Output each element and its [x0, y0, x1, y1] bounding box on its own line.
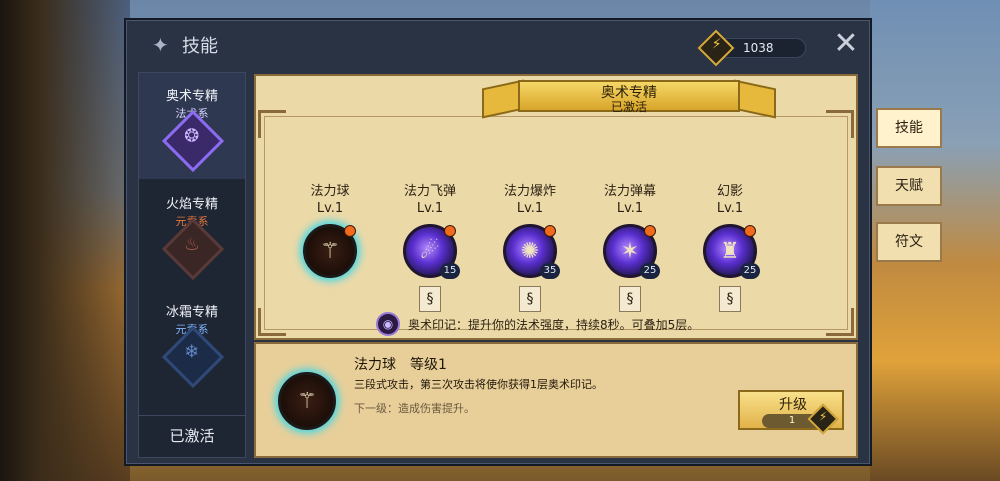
title-bar: ✦ 技能 ⚡ 1038 ✕: [126, 20, 870, 68]
spec-tab-arcane[interactable]: 奥术专精 法术系 ❂: [139, 73, 245, 179]
skill-name: 法力球: [310, 184, 350, 199]
skill-star-icon: ✦: [152, 33, 169, 57]
passive-description: 奥术印记：提升你的法术强度，持续8秒。可叠加5层。: [408, 318, 700, 332]
notification-dot: [744, 225, 756, 237]
skill-level: Lv.1: [616, 201, 644, 216]
spec-name: 奥术专精: [165, 89, 218, 104]
tab-runes[interactable]: 符文: [876, 222, 942, 262]
skill-cost: 35: [540, 263, 560, 279]
barrage-icon: ✶ 25: [603, 224, 660, 279]
spec-name: 冰霜专精: [165, 305, 218, 320]
phantom-icon: ♜ 25: [703, 224, 760, 279]
skill-name: 法力爆炸: [503, 184, 556, 199]
missile-icon: ☄ 15: [403, 224, 460, 279]
spec-banner: 奥术专精 已激活: [482, 70, 776, 120]
skill-panel: ✦ 技能 ⚡ 1038 ✕ 奥术专精 法术系 ❂ 火焰专精 元素系 ♨ 冰霜专精…: [124, 18, 872, 466]
frame-corner: [258, 308, 286, 336]
energy-bolt-icon: ⚡: [697, 29, 735, 67]
spec-activated-label: 已激活: [139, 415, 245, 455]
spec-name: 火焰专精: [165, 197, 218, 212]
rune-slot-icon[interactable]: §: [719, 286, 741, 312]
skill-phantom[interactable]: 幻影 Lv.1 ♜ 25 §: [682, 180, 778, 312]
tab-talents[interactable]: 天赋: [876, 166, 942, 206]
skill-tree-area: 奥术专精 已激活 法力球 Lv.1 ⚚ 法力飞弹 Lv.1 ☄ 15 § 法力爆…: [254, 74, 858, 340]
skill-cost: 15: [440, 263, 460, 279]
skill-arcane-barrage[interactable]: 法力弹幕 Lv.1 ✶ 25 §: [582, 180, 678, 312]
arcane-eye-icon: ◉: [376, 312, 400, 336]
notification-dot: [444, 225, 456, 237]
skill-level: Lv.1: [516, 201, 544, 216]
background-left: [0, 0, 130, 481]
skill-level: Lv.1: [416, 201, 444, 216]
detail-next-level: 下一级：造成伤害提升。: [354, 402, 475, 415]
spec-tab-fire[interactable]: 火焰专精 元素系 ♨: [139, 181, 245, 287]
skill-name: 法力飞弹: [403, 184, 456, 199]
explosion-icon: ✺ 35: [503, 224, 560, 279]
tab-skills[interactable]: 技能: [876, 108, 942, 148]
rune-slot-icon[interactable]: §: [419, 286, 441, 312]
staff-icon: ⚚: [303, 224, 357, 278]
rune-slot-icon[interactable]: §: [619, 286, 641, 312]
banner-wing: [734, 79, 776, 119]
skill-arcane-explosion[interactable]: 法力爆炸 Lv.1 ✺ 35 §: [482, 180, 578, 312]
currency-display: ⚡ 1038: [697, 29, 806, 67]
frame-corner: [826, 308, 854, 336]
upgrade-button[interactable]: 升级 1 ⚡: [738, 390, 844, 435]
selected-staff-icon: ⚚: [278, 372, 336, 430]
detail-title: 法力球 等级1: [354, 357, 447, 373]
skill-level: Lv.1: [316, 201, 344, 216]
skill-cost: 25: [640, 263, 660, 279]
notification-dot: [644, 225, 656, 237]
spec-tab-frost[interactable]: 冰霜专精 元素系 ❄: [139, 289, 245, 395]
notification-dot: [344, 225, 356, 237]
banner-status: 已激活: [610, 100, 647, 114]
close-button[interactable]: ✕: [832, 29, 860, 59]
notification-dot: [544, 225, 556, 237]
skill-arcane-missile[interactable]: 法力飞弹 Lv.1 ☄ 15 §: [382, 180, 478, 312]
currency-value: 1038: [743, 41, 774, 55]
skill-name: 法力弹幕: [603, 184, 656, 199]
skill-detail-panel: ⚚ 法力球 等级1 三段式攻击，第三次攻击将使你获得1层奥术印记。 下一级：造成…: [254, 342, 858, 458]
rune-slot-icon[interactable]: §: [519, 286, 541, 312]
frame-corner: [258, 110, 286, 138]
skill-name: 幻影: [716, 184, 743, 199]
page-title: 技能: [182, 36, 218, 57]
spec-list: 奥术专精 法术系 ❂ 火焰专精 元素系 ♨ 冰霜专精 元素系 ❄ 已激活: [138, 72, 246, 458]
skill-cost: 25: [740, 263, 760, 279]
skill-level: Lv.1: [716, 201, 744, 216]
frame-corner: [826, 110, 854, 138]
detail-description: 三段式攻击，第三次攻击将使你获得1层奥术印记。: [354, 378, 603, 391]
skill-mana-orb[interactable]: 法力球 Lv.1 ⚚: [282, 180, 378, 278]
